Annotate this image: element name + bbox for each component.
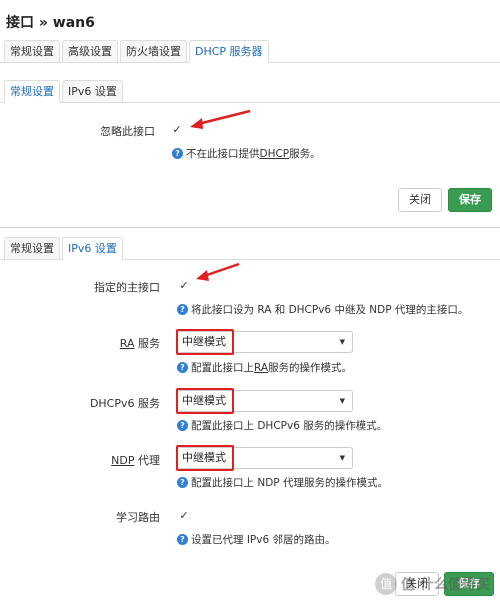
dhcp-general-panel: 接口 » wan6 常规设置 高级设置 防火墙设置 DHCP 服务器 常规设置 … [0,0,500,222]
tab-advanced[interactable]: 高级设置 [62,40,118,62]
dhcp-subtabs: 常规设置 IPv6 设置 [0,80,500,103]
dhcpv6-service-label: DHCPv6 服务 [89,397,160,410]
red-arrow-icon [196,262,240,281]
tab-firewall[interactable]: 防火墙设置 [120,40,187,62]
close-button[interactable]: 关闭 [398,188,442,212]
ignore-interface-label: 忽略此接口 [100,125,155,138]
main-tabs: 常规设置 高级设置 防火墙设置 DHCP 服务器 [0,40,500,63]
tab-dhcp-server[interactable]: DHCP 服务器 [189,40,269,63]
page-title: 接口 » wan6 [6,15,95,31]
help-icon: ? [177,420,188,431]
help-icon: ? [177,304,188,315]
dhcpv6-service-select[interactable]: 中继模式 ▼ [177,390,353,412]
ignore-interface-hint: ? 不在此接口提供 DHCP 服务。 [172,146,321,161]
ignore-interface-checkbox[interactable]: ✓ [171,124,183,136]
help-icon: ? [172,148,183,159]
subtab-ipv6[interactable]: IPv6 设置 [62,237,123,260]
ra-service-label: RA 服务 [119,337,160,350]
tab-general[interactable]: 常规设置 [4,40,60,62]
ndp-proxy-select[interactable]: 中继模式 ▼ [177,447,353,469]
master-interface-hint: ? 将此接口设为 RA 和 DHCPv6 中继及 NDP 代理的主接口。 [177,302,468,317]
ndp-proxy-label: NDP 代理 [111,454,160,467]
learn-routes-checkbox[interactable]: ✓ [178,510,190,522]
save-button[interactable]: 保存 [448,188,492,212]
master-interface-label: 指定的主接口 [94,281,160,294]
learn-routes-label: 学习路由 [116,511,160,524]
help-icon: ? [177,534,188,545]
watermark-logo-icon: 值 [375,573,398,595]
dropdown-caret-icon: ▼ [339,397,345,405]
watermark: 值 值 什么值得买 [375,573,490,595]
ra-service-hint: ? 配置此接口上 RA 服务的操作模式。 [177,360,352,375]
subtab-general[interactable]: 常规设置 [4,80,60,103]
subtab-ipv6[interactable]: IPv6 设置 [62,80,123,102]
dhcp-ipv6-panel: 常规设置 IPv6 设置 指定的主接口 ✓ ? 将此接口设为 RA 和 DHCP… [0,227,500,603]
master-interface-checkbox[interactable]: ✓ [178,280,190,292]
learn-routes-hint: ? 设置已代理 IPv6 邻居的路由。 [177,532,336,547]
subtab-general[interactable]: 常规设置 [4,237,60,259]
dropdown-caret-icon: ▼ [339,338,345,346]
help-icon: ? [177,477,188,488]
ipv6-subtabs: 常规设置 IPv6 设置 [0,237,500,260]
dropdown-caret-icon: ▼ [339,454,345,462]
ndp-proxy-hint: ? 配置此接口上 NDP 代理服务的操作模式。 [177,475,388,490]
red-arrow-icon [190,109,251,129]
help-icon: ? [177,362,188,373]
dhcpv6-service-hint: ? 配置此接口上 DHCPv6 服务的操作模式。 [177,418,387,433]
ra-service-select[interactable]: 中继模式 ▼ [177,331,353,353]
